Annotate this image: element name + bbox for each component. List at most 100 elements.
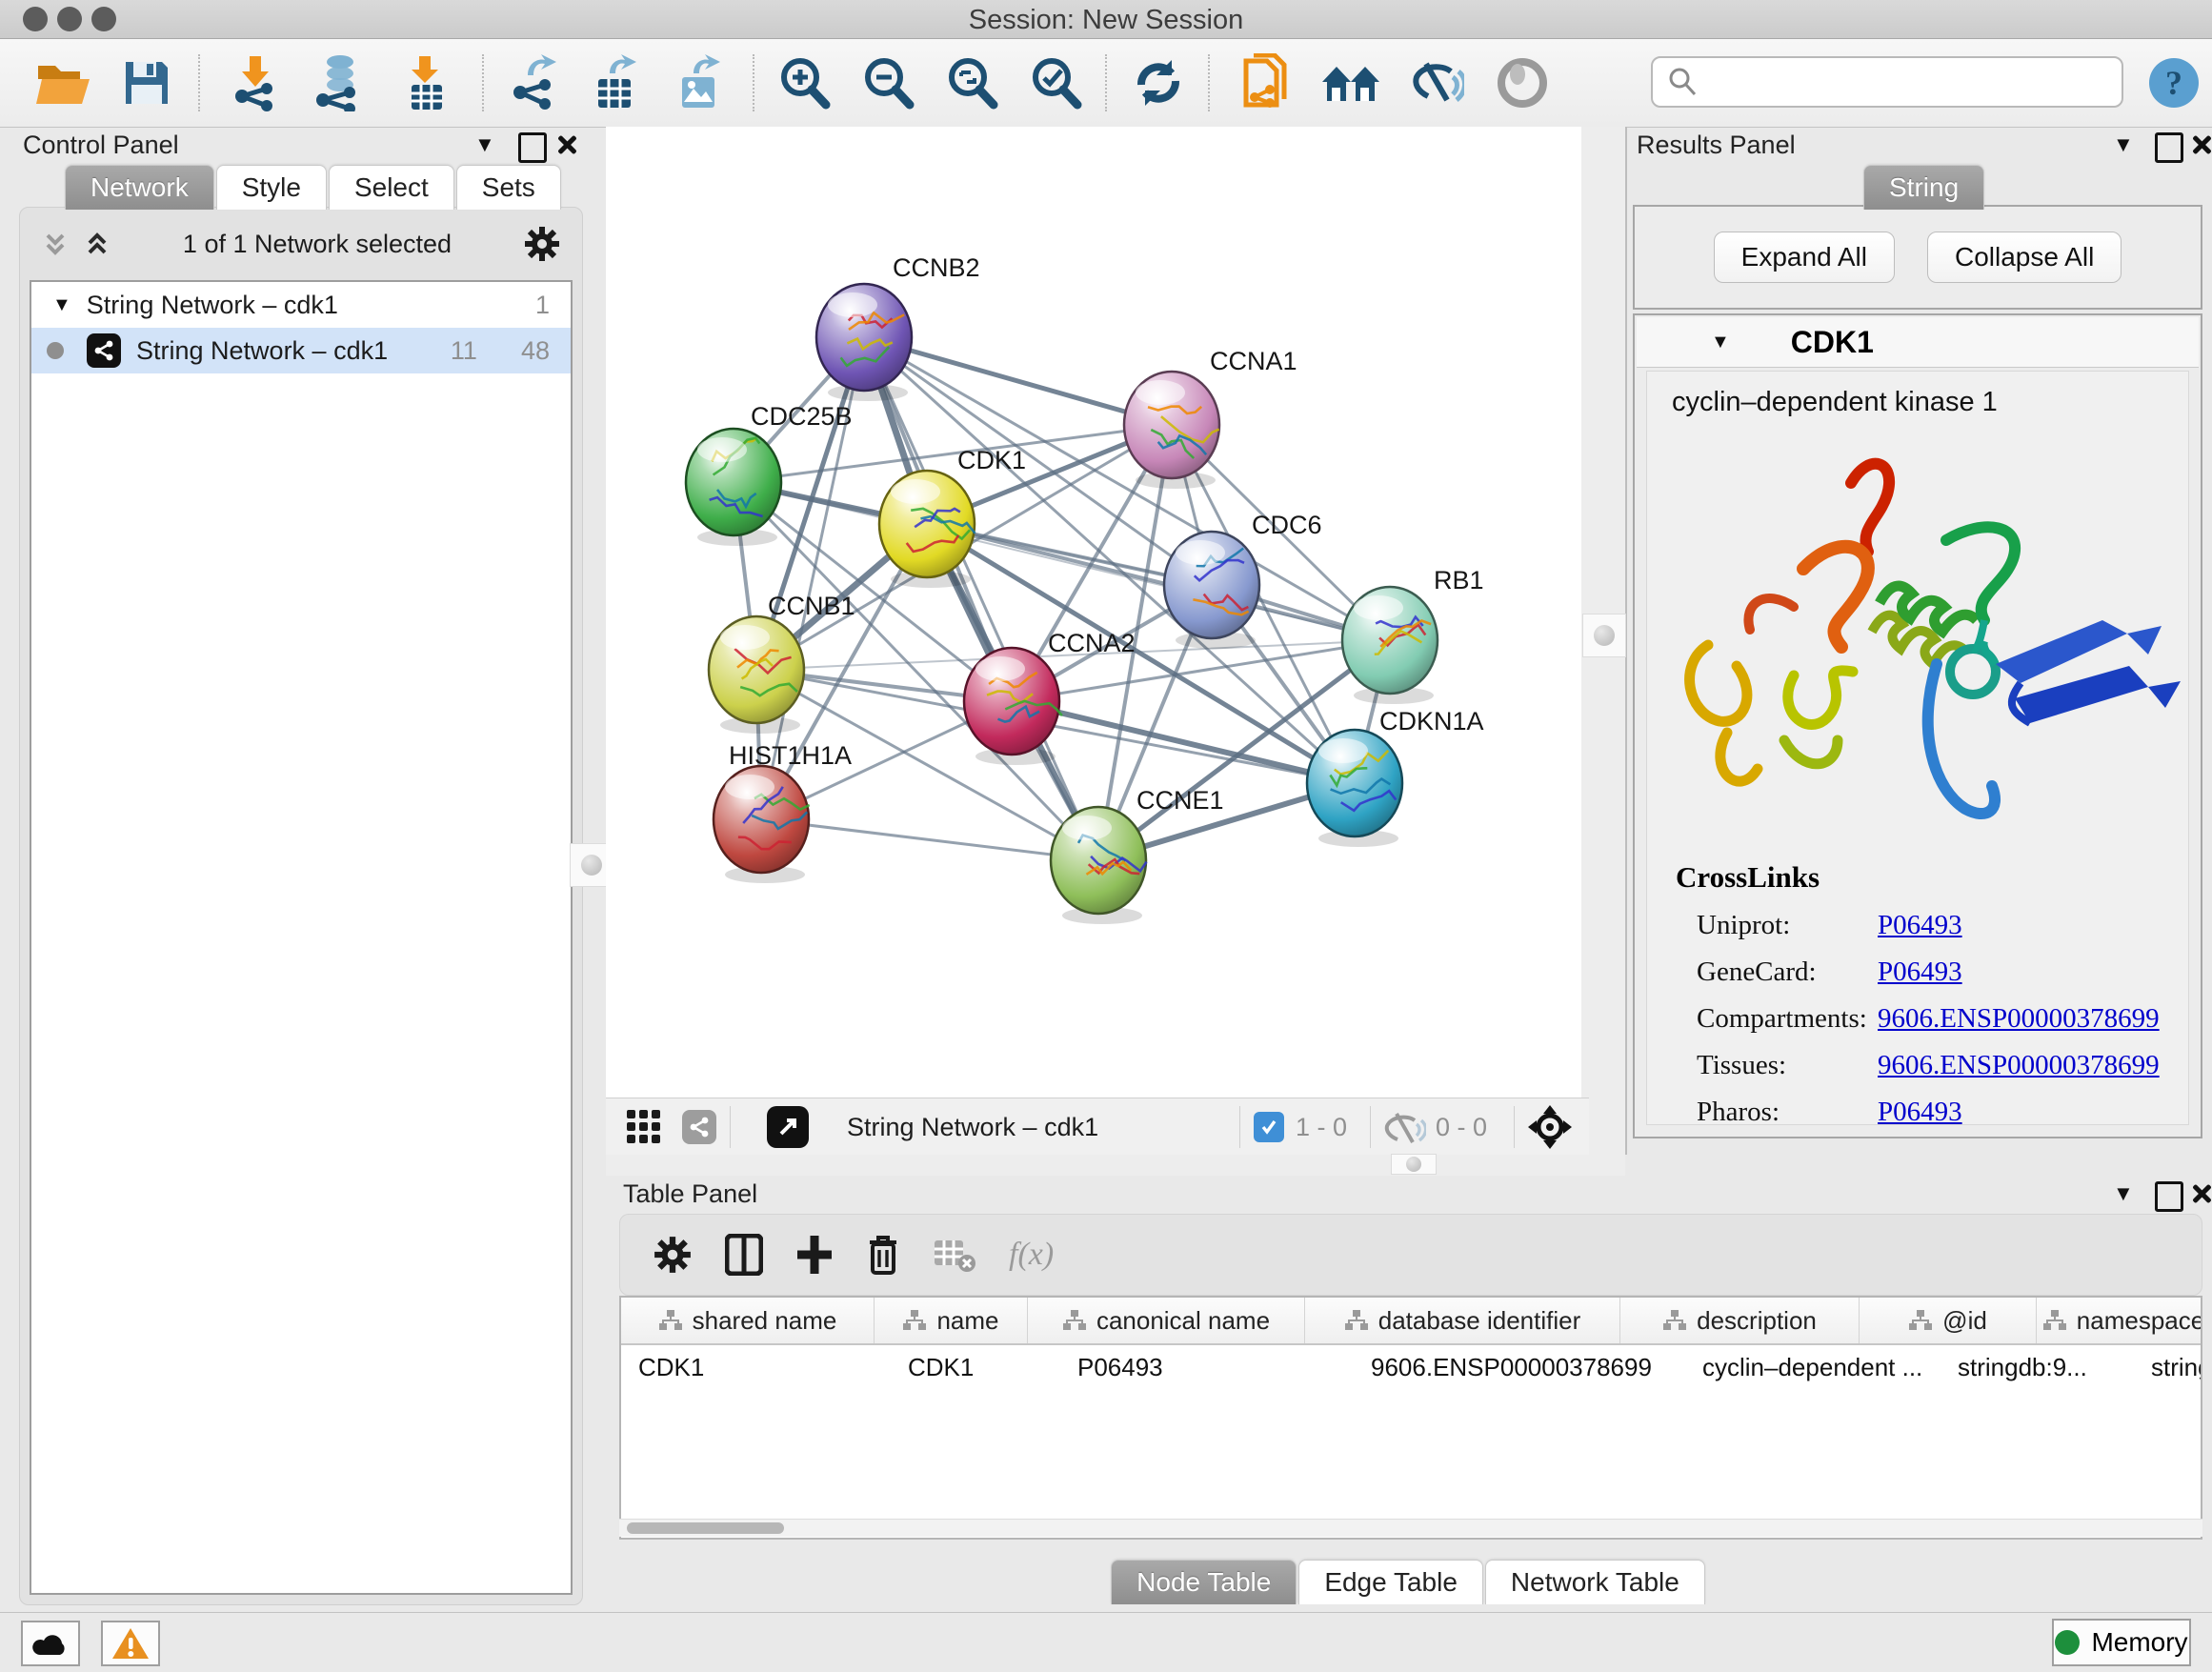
import-network-database-button[interactable] <box>305 52 373 113</box>
table-cell[interactable]: 9606.ENSP00000378699 <box>1354 1345 1685 1389</box>
network-collection-row[interactable]: ▼ String Network – cdk1 1 <box>31 282 571 328</box>
edge-CCNB2-CCNE1[interactable] <box>864 337 1098 860</box>
bottom-splitter-handle[interactable] <box>1391 1154 1437 1175</box>
zoom-out-button[interactable] <box>854 52 922 113</box>
import-table-file-button[interactable] <box>391 52 459 113</box>
hidden-eye-icon[interactable] <box>1384 1111 1426 1143</box>
home-button[interactable] <box>1317 52 1385 113</box>
gene-expand-icon[interactable]: ▼ <box>1711 332 1730 352</box>
column-header--id[interactable]: @id <box>1860 1298 2037 1343</box>
bottom-splitter[interactable] <box>606 1155 1625 1176</box>
table-cell[interactable]: stringdb <box>2134 1345 2202 1389</box>
tab-sets[interactable]: Sets <box>456 165 561 210</box>
node-CCNA1[interactable]: CCNA1 <box>1124 347 1297 489</box>
open-session-button[interactable] <box>29 52 97 113</box>
edge-HIST1H1A-CCNE1[interactable] <box>761 819 1098 860</box>
zoom-fit-button[interactable] <box>937 52 1006 113</box>
tab-edge-table[interactable]: Edge Table <box>1298 1560 1483 1604</box>
column-header-namespace[interactable]: namespace <box>2037 1298 2202 1343</box>
export-table-button[interactable] <box>581 52 650 113</box>
fit-target-icon[interactable] <box>1528 1105 1572 1149</box>
collapse-all-chevrons-icon[interactable] <box>83 230 111 258</box>
control-panel-menu-icon[interactable]: ▼ <box>474 134 495 155</box>
table-panel-close-icon[interactable] <box>2189 1181 2212 1206</box>
table-cell[interactable]: cyclin–dependent ... <box>1685 1345 1941 1389</box>
table-cell[interactable]: P06493 <box>1060 1345 1354 1389</box>
node-CDK1[interactable]: CDK1 <box>879 446 1026 588</box>
table-hscrollbar[interactable] <box>619 1519 2202 1537</box>
column-header-canonical-name[interactable]: canonical name <box>1028 1298 1305 1343</box>
table-cell[interactable]: CDK1 <box>621 1345 891 1389</box>
control-panel-close-icon[interactable] <box>554 132 579 157</box>
expand-all-button[interactable]: Expand All <box>1714 232 1895 283</box>
open-in-window-icon[interactable] <box>767 1106 809 1148</box>
function-builder-button[interactable]: f(x) <box>1009 1237 1054 1273</box>
table-cell[interactable]: CDK1 <box>891 1345 1060 1389</box>
gear-icon[interactable] <box>523 225 561 263</box>
table-settings-button[interactable] <box>653 1235 693 1275</box>
table-row[interactable]: CDK1CDK1P064939606.ENSP00000378699cyclin… <box>621 1345 2201 1389</box>
results-panel-float-icon[interactable] <box>2155 132 2183 163</box>
crosslink-link[interactable]: 9606.ENSP00000378699 <box>1878 1003 2160 1035</box>
crosslink-link[interactable]: 9606.ENSP00000378699 <box>1878 1050 2160 1081</box>
node-CDC25B[interactable]: CDC25B <box>686 402 853 546</box>
network-canvas[interactable]: CCNB2CCNA1CDC25BCDK1CDC6RB1CCNB1CCNA2CDK… <box>606 127 1581 1098</box>
crosslink-link[interactable]: P06493 <box>1878 910 1962 941</box>
node-CCNE1[interactable]: CCNE1 <box>1051 786 1224 924</box>
tab-network-table[interactable]: Network Table <box>1485 1560 1705 1604</box>
crosslink-link[interactable]: P06493 <box>1878 957 1962 988</box>
node-CCNB2[interactable]: CCNB2 <box>816 253 980 401</box>
delete-column-button[interactable] <box>866 1233 900 1277</box>
column-header-name[interactable]: name <box>875 1298 1028 1343</box>
zoom-selected-button[interactable] <box>1021 52 1090 113</box>
right-splitter-handle[interactable] <box>1582 614 1626 657</box>
tab-select[interactable]: Select <box>329 165 454 210</box>
node-RB1[interactable]: RB1 <box>1342 566 1484 704</box>
birdseye-grid-icon[interactable] <box>625 1108 663 1146</box>
show-columns-button[interactable] <box>725 1234 763 1276</box>
table-hscrollbar-thumb[interactable] <box>627 1522 784 1534</box>
hide-graphics-details-button[interactable] <box>1402 52 1471 113</box>
show-graphics-details-button[interactable] <box>1488 52 1557 113</box>
network-row[interactable]: String Network – cdk1 11 48 <box>31 328 571 373</box>
expand-all-chevrons-icon[interactable] <box>41 230 70 258</box>
column-header-description[interactable]: description <box>1620 1298 1860 1343</box>
tab-network[interactable]: Network <box>65 165 214 210</box>
apply-layout-button[interactable] <box>1124 52 1193 113</box>
column-header-database-identifier[interactable]: database identifier <box>1305 1298 1620 1343</box>
node-table[interactable]: shared namenamecanonical namedatabase id… <box>619 1296 2202 1540</box>
collapse-all-button[interactable]: Collapse All <box>1927 232 2122 283</box>
tab-style[interactable]: Style <box>216 165 327 210</box>
memory-button[interactable]: Memory <box>2052 1619 2191 1666</box>
tab-string[interactable]: String <box>1863 165 1984 210</box>
results-panel-close-icon[interactable] <box>2189 132 2212 157</box>
crosslink-link[interactable]: P06493 <box>1878 1097 1962 1128</box>
node-HIST1H1A[interactable]: HIST1H1A <box>714 741 852 883</box>
annotation-share-icon[interactable] <box>682 1110 716 1144</box>
control-panel-float-icon[interactable] <box>518 132 547 163</box>
export-network-button[interactable] <box>499 52 568 113</box>
network-file-button[interactable] <box>1231 52 1299 113</box>
table-panel-menu-icon[interactable]: ▼ <box>2113 1183 2134 1204</box>
help-button[interactable]: ? <box>2140 52 2208 113</box>
toolbar-search-field[interactable] <box>1651 56 2123 108</box>
search-input[interactable] <box>1706 67 2122 98</box>
zoom-in-button[interactable] <box>770 52 838 113</box>
table-panel-float-icon[interactable] <box>2155 1181 2183 1212</box>
export-image-button[interactable] <box>665 52 734 113</box>
table-cell[interactable]: stringdb:9... <box>1941 1345 2134 1389</box>
edge-CDK1-RB1[interactable] <box>927 524 1390 640</box>
gene-section-header[interactable]: ▼ CDK1 <box>1637 317 2199 368</box>
import-network-file-button[interactable] <box>221 52 290 113</box>
delete-table-button[interactable] <box>933 1237 976 1273</box>
selected-checkbox-icon[interactable] <box>1254 1112 1284 1142</box>
save-session-button[interactable] <box>112 52 181 113</box>
add-column-button[interactable] <box>795 1234 834 1276</box>
warnings-button[interactable] <box>101 1621 160 1666</box>
column-header-shared-name[interactable]: shared name <box>621 1298 875 1343</box>
results-panel-menu-icon[interactable]: ▼ <box>2113 134 2134 155</box>
node-CDKN1A[interactable]: CDKN1A <box>1307 707 1484 847</box>
cloud-button[interactable] <box>21 1621 80 1666</box>
collection-expand-icon[interactable]: ▼ <box>52 295 71 314</box>
tab-node-table[interactable]: Node Table <box>1111 1560 1297 1604</box>
